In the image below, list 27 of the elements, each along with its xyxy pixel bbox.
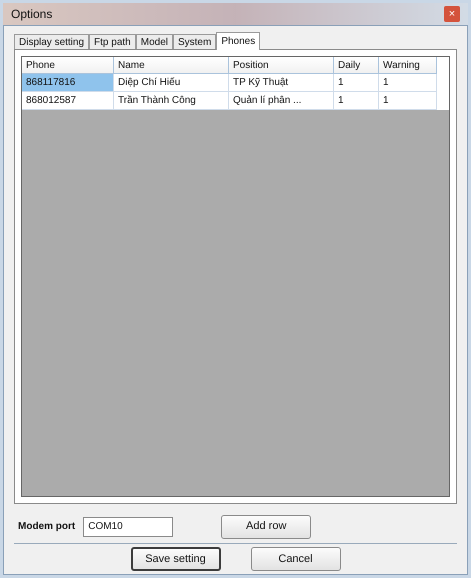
column-header[interactable]: Position	[229, 57, 334, 74]
table-cell: 1	[379, 74, 437, 92]
save-button[interactable]: Save setting	[130, 547, 220, 571]
tab[interactable]: Model	[136, 34, 173, 49]
close-button[interactable]: ×	[444, 6, 460, 22]
table-cell: 1	[379, 92, 437, 110]
table-cell: TP Kỹ Thuật	[229, 74, 334, 92]
column-header[interactable]: Name	[114, 57, 229, 74]
table-cell: Trần Thành Công	[114, 92, 229, 110]
tab[interactable]: System	[172, 34, 216, 49]
table-cell: 1	[334, 74, 379, 92]
tab[interactable]: Ftp path	[89, 34, 136, 49]
add-row-button[interactable]: Add row	[221, 514, 312, 538]
table-cell: 868012587	[22, 92, 114, 110]
table-cell: 1	[334, 92, 379, 110]
column-header[interactable]: Warning	[379, 57, 437, 74]
table-cell: Diệp Chí Hiếu	[114, 74, 229, 92]
tab[interactable]: Phones	[216, 32, 260, 50]
tab[interactable]: Display setting	[14, 34, 90, 49]
column-header[interactable]: Phone	[22, 57, 114, 74]
table-cell: 868117816	[22, 74, 114, 92]
window-title: Options	[11, 6, 52, 23]
table-cell: Quản lí phân ...	[229, 92, 334, 110]
cancel-button[interactable]: Cancel	[250, 547, 340, 571]
modem-port-field[interactable]: COM10	[83, 516, 174, 536]
column-header[interactable]: Daily	[334, 57, 379, 74]
modem-port-label: Modem port	[18, 520, 76, 534]
